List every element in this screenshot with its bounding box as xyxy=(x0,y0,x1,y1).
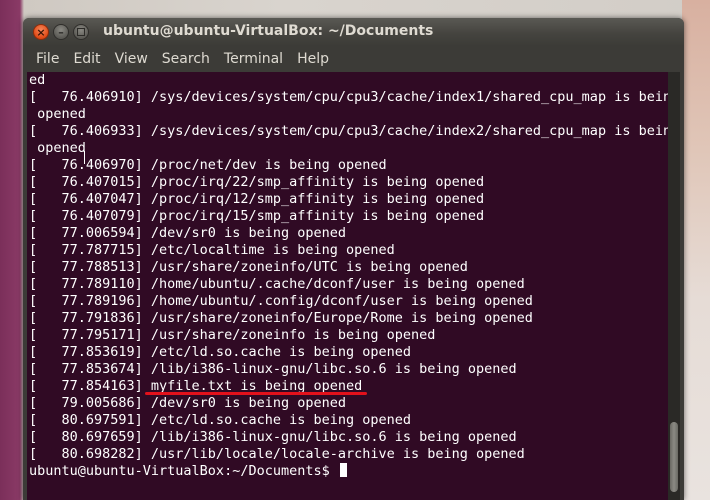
title-bar[interactable]: × – ubuntu@ubuntu-VirtualBox: ~/Document… xyxy=(23,18,684,46)
menu-file[interactable]: File xyxy=(29,46,66,72)
terminal-line: [ 77.791836] /usr/share/zoneinfo/Europe/… xyxy=(29,310,533,326)
menu-search[interactable]: Search xyxy=(155,46,217,72)
scrollbar[interactable] xyxy=(668,72,680,500)
terminal-line: opened xyxy=(29,140,86,156)
terminal-line: [ 76.407047] /proc/irq/12/smp_affinity i… xyxy=(29,191,485,207)
shell-prompt: ubuntu@ubuntu-VirtualBox:~/Documents$ xyxy=(29,463,338,479)
minimize-icon: – xyxy=(58,25,64,39)
terminal-line: [ 76.407015] /proc/irq/22/smp_affinity i… xyxy=(29,174,485,190)
terminal-line: [ 76.407079] /proc/irq/15/smp_affinity i… xyxy=(29,208,485,224)
terminal-line: [ 77.853619] /etc/ld.so.cache is being o… xyxy=(29,344,412,360)
menu-bar: File Edit View Search Terminal Help xyxy=(23,46,684,72)
terminal-line: [ 79.005686] /dev/sr0 is being opened xyxy=(29,395,346,411)
terminal-line: ed xyxy=(29,72,46,88)
menu-view[interactable]: View xyxy=(108,46,155,72)
terminal-line: [ 76.406933] /sys/devices/system/cpu/cpu… xyxy=(29,123,668,139)
maximize-button[interactable] xyxy=(73,24,89,40)
highlight-underline xyxy=(145,392,367,395)
terminal-line: [ 80.697659] /lib/i386-linux-gnu/libc.so… xyxy=(29,429,517,445)
maximize-icon xyxy=(77,28,85,36)
scrollbar-thumb[interactable] xyxy=(670,422,678,492)
terminal-line: [ 77.006594] /dev/sr0 is being opened xyxy=(29,225,346,241)
terminal-line: [ 76.406970] /proc/net/dev is being open… xyxy=(29,157,387,173)
terminal-line: [ 76.406910] /sys/devices/system/cpu/cpu… xyxy=(29,89,668,105)
terminal-line: [ 80.698282] /usr/lib/locale/locale-arch… xyxy=(29,446,525,462)
menu-terminal[interactable]: Terminal xyxy=(217,46,290,72)
terminal-line: [ 77.853674] /lib/i386-linux-gnu/libc.so… xyxy=(29,361,517,377)
window-title: ubuntu@ubuntu-VirtualBox: ~/Documents xyxy=(103,23,434,39)
terminal-lines: ed [ 76.406910] /sys/devices/system/cpu/… xyxy=(29,72,668,480)
text-cursor xyxy=(339,463,347,477)
menu-help[interactable]: Help xyxy=(290,46,336,72)
terminal-line: [ 80.697591] /etc/ld.so.cache is being o… xyxy=(29,412,412,428)
terminal-line: [ 77.789110] /home/ubuntu/.cache/dconf/u… xyxy=(29,276,525,292)
terminal-line: [ 77.795171] /usr/share/zoneinfo is bein… xyxy=(29,327,436,343)
mouse-ibeam-cursor xyxy=(84,151,85,164)
close-icon: × xyxy=(36,25,46,39)
menu-edit[interactable]: Edit xyxy=(66,46,107,72)
terminal-line: opened xyxy=(29,106,86,122)
desktop-background xyxy=(682,0,710,500)
terminal-line: [ 77.787715] /etc/localtime is being ope… xyxy=(29,242,395,258)
terminal-line: [ 77.789196] /home/ubuntu/.config/dconf/… xyxy=(29,293,533,309)
terminal-line: [ 77.788513] /usr/share/zoneinfo/UTC is … xyxy=(29,259,468,275)
prompt-line[interactable]: ubuntu@ubuntu-VirtualBox:~/Documents$ xyxy=(29,463,668,480)
terminal-window: × – ubuntu@ubuntu-VirtualBox: ~/Document… xyxy=(23,18,684,500)
minimize-button[interactable]: – xyxy=(53,24,69,40)
terminal-output[interactable]: ed [ 76.406910] /sys/devices/system/cpu/… xyxy=(27,72,668,500)
close-button[interactable]: × xyxy=(33,24,49,40)
